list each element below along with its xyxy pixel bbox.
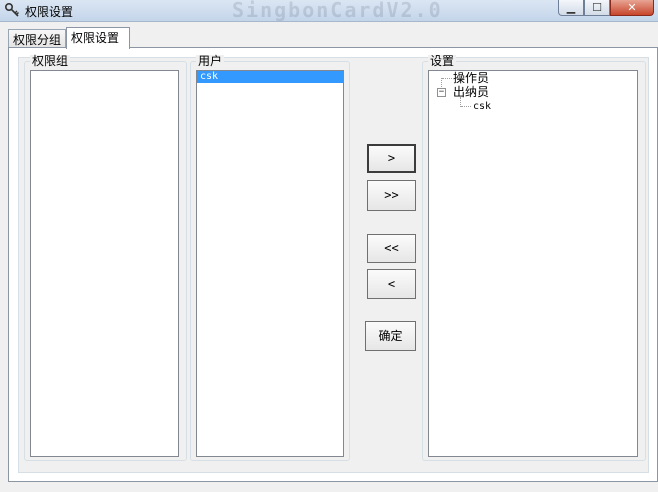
list-item[interactable]: csk	[197, 71, 343, 83]
tab-label: 权限设置	[71, 31, 120, 45]
add-button-label: >	[387, 151, 396, 165]
settings-panel: 权限组 用户 csk > >> << < 确定 设置 操作员 − 出纳员 csk	[18, 55, 649, 473]
add-all-button[interactable]: >>	[367, 180, 416, 211]
tab-permission-settings[interactable]: 权限设置	[66, 27, 130, 49]
minimize-icon: ▁	[566, 1, 576, 14]
maximize-button[interactable]: ☐	[584, 0, 610, 16]
settings-label: 设置	[428, 54, 457, 68]
background-window-title: SingbonCardV2.0	[232, 0, 443, 22]
tree-node-csk[interactable]: csk	[473, 100, 491, 113]
ok-button-label: 确定	[378, 329, 403, 343]
settings-box: 设置 操作员 − 出纳员 csk	[422, 55, 646, 461]
add-all-button-label: >>	[384, 188, 399, 202]
add-button[interactable]: >	[367, 144, 416, 173]
tree-node-operator[interactable]: 操作员	[453, 72, 489, 85]
settings-tree[interactable]: 操作员 − 出纳员 csk	[428, 70, 638, 457]
tree-node-label: csk	[473, 101, 492, 112]
key-icon	[4, 2, 19, 17]
close-button[interactable]: ✕	[610, 0, 654, 16]
tree-connector	[461, 106, 471, 107]
permission-group-label: 权限组	[30, 54, 71, 68]
users-box: 用户 csk	[190, 55, 350, 461]
tree-node-cashier[interactable]: 出纳员	[453, 86, 489, 99]
tab-panel: 权限组 用户 csk > >> << < 确定 设置 操作员 − 出纳员 csk	[8, 47, 658, 482]
users-list[interactable]: csk	[196, 70, 344, 457]
window-controls: ▁ ☐ ✕	[558, 0, 654, 16]
remove-button-label: <	[387, 277, 396, 291]
maximize-icon: ☐	[592, 1, 602, 14]
window-title: 权限设置	[25, 5, 74, 19]
minus-icon[interactable]: −	[437, 88, 446, 97]
close-icon: ✕	[627, 1, 637, 14]
tree-connector	[442, 78, 452, 79]
permission-group-list[interactable]	[30, 70, 179, 457]
tab-label: 权限分组	[13, 33, 62, 47]
remove-all-button-label: <<	[384, 241, 399, 255]
tab-permission-groups[interactable]: 权限分组	[8, 29, 66, 48]
users-label: 用户	[196, 54, 225, 68]
tree-node-label: 出纳员	[453, 85, 490, 99]
remove-button[interactable]: <	[367, 269, 416, 299]
ok-button[interactable]: 确定	[365, 321, 416, 351]
title-bar[interactable]: 权限设置 SingbonCardV2.0 ▁ ☐ ✕	[0, 0, 658, 22]
tree-node-label: 操作员	[453, 71, 490, 85]
permission-group-box: 权限组	[24, 55, 187, 461]
minimize-button[interactable]: ▁	[558, 0, 584, 16]
remove-all-button[interactable]: <<	[367, 234, 416, 263]
